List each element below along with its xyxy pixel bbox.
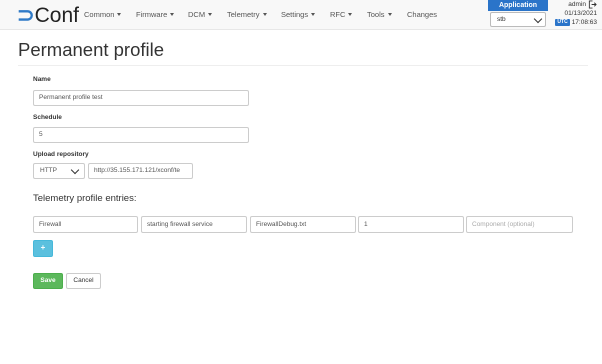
logo-text: Conf xyxy=(34,4,79,27)
menu-firmware[interactable]: Firmware xyxy=(136,10,175,19)
menu-telemetry-label: Telemetry xyxy=(227,10,260,19)
name-input[interactable]: Permanent profile test xyxy=(33,90,249,106)
protocol-selected-value: HTTP xyxy=(40,167,57,174)
cancel-button[interactable]: Cancel xyxy=(66,273,101,289)
current-time: 17:08:63 xyxy=(571,19,597,26)
telemetry-entries-title: Telemetry profile entries: xyxy=(33,193,137,204)
menu-common[interactable]: Common xyxy=(84,10,122,19)
caret-down-icon xyxy=(170,13,175,16)
upload-repository-label: Upload repository xyxy=(33,151,89,158)
application-selected-value: stb xyxy=(497,16,506,23)
schedule-input[interactable]: 5 xyxy=(33,127,249,143)
application-selector: Application stb xyxy=(488,0,548,30)
menu-dcm[interactable]: DCM xyxy=(188,10,213,19)
logo-mark: ⊃ xyxy=(17,4,35,27)
caret-down-icon xyxy=(311,13,316,16)
name-label: Name xyxy=(33,76,51,83)
entry-header-input[interactable]: Firewall xyxy=(33,216,138,233)
current-time-row: UTC 17:08:63 xyxy=(555,19,597,26)
menu-rfc[interactable]: RFC xyxy=(330,10,353,19)
user-info: admin 01/13/2021 UTC 17:08:63 xyxy=(550,0,600,30)
protocol-select[interactable]: HTTP xyxy=(33,163,85,179)
menu-tools-label: Tools xyxy=(367,10,385,19)
logout-icon[interactable] xyxy=(588,0,597,9)
menu-firmware-label: Firmware xyxy=(136,10,168,19)
entry-type-input[interactable]: FirewallDebug.txt xyxy=(250,216,356,233)
menu-common-label: Common xyxy=(84,10,115,19)
schedule-label: Schedule xyxy=(33,114,62,121)
menu-settings[interactable]: Settings xyxy=(281,10,316,19)
caret-down-icon xyxy=(262,13,267,16)
menu-changes-label: Changes xyxy=(407,10,438,19)
menu-tools[interactable]: Tools xyxy=(367,10,392,19)
entry-content-input[interactable]: starting firewall service xyxy=(141,216,247,233)
current-date: 01/13/2021 xyxy=(564,10,597,17)
save-button[interactable]: Save xyxy=(33,273,63,289)
menu-dcm-label: DCM xyxy=(188,10,206,19)
caret-down-icon xyxy=(208,13,213,16)
utc-badge: UTC xyxy=(555,19,570,26)
caret-down-icon xyxy=(117,13,122,16)
menu-telemetry[interactable]: Telemetry xyxy=(227,10,267,19)
chevron-down-icon xyxy=(533,14,543,24)
application-label: Application xyxy=(488,0,548,11)
application-select[interactable]: stb xyxy=(490,12,546,27)
title-divider xyxy=(18,65,588,66)
menu-rfc-label: RFC xyxy=(330,10,346,19)
caret-down-icon xyxy=(387,13,392,16)
upload-url-input[interactable]: http://35.155.171.121/xconf/te xyxy=(88,163,193,179)
top-navbar: ⊃Conf Common Firmware DCM Telemetry Sett… xyxy=(0,0,602,30)
menu-changes[interactable]: Changes xyxy=(407,10,437,19)
page-title: Permanent profile xyxy=(18,39,165,60)
xconf-logo[interactable]: ⊃Conf xyxy=(17,3,79,28)
entry-polling-input[interactable]: 1 xyxy=(358,216,464,233)
username: admin xyxy=(568,1,586,8)
add-entry-button[interactable]: + xyxy=(33,240,53,257)
entry-component-input[interactable]: Component (optional) xyxy=(466,216,573,233)
caret-down-icon xyxy=(348,13,353,16)
chevron-down-icon xyxy=(70,165,80,175)
menu-settings-label: Settings xyxy=(281,10,309,19)
